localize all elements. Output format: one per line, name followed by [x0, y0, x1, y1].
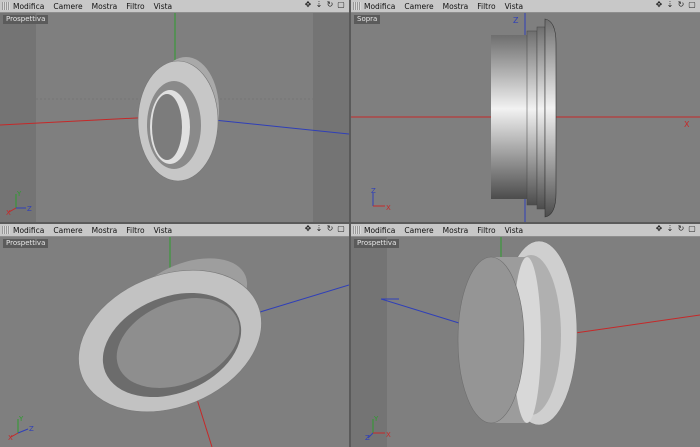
move-icon[interactable]: ✥	[304, 225, 312, 233]
viewport-scene[interactable]: Y X Z	[0, 237, 349, 447]
viewport-label: Prospettiva	[3, 239, 49, 248]
menu-camere[interactable]: Camere	[404, 226, 433, 235]
menu-mostra[interactable]: Mostra	[92, 2, 118, 11]
grip-icon[interactable]	[2, 226, 10, 234]
viewport-menubar: Modifica Camere Mostra Filtro Vista ✥ ⇣ …	[0, 224, 349, 237]
menu-mostra[interactable]: Mostra	[92, 226, 118, 235]
grip-icon[interactable]	[2, 2, 10, 10]
menu-modifica[interactable]: Modifica	[364, 2, 395, 11]
menu-modifica[interactable]: Modifica	[13, 2, 44, 11]
viewport-label: Prospettiva	[354, 239, 400, 248]
maximize-icon[interactable]: ▢	[688, 1, 696, 9]
maximize-icon[interactable]: ▢	[688, 225, 696, 233]
axis-label-z: Z	[29, 425, 34, 433]
axis-gizmo: Y X Z	[6, 190, 36, 216]
zoom-icon[interactable]: ⇣	[666, 225, 674, 233]
menu-modifica[interactable]: Modifica	[13, 226, 44, 235]
axis-label-x: X	[386, 204, 391, 212]
viewport-top-right[interactable]: Modifica Camere Mostra Filtro Vista ✥ ⇣ …	[351, 0, 700, 222]
menu-vista[interactable]: Vista	[154, 226, 173, 235]
axis-label-x: X	[684, 120, 690, 129]
axis-label-z: Z	[371, 188, 376, 195]
zoom-icon[interactable]: ⇣	[315, 1, 323, 9]
axis-label-z: Z	[365, 434, 370, 441]
maximize-icon[interactable]: ▢	[337, 225, 345, 233]
rotate-icon[interactable]: ↻	[326, 1, 334, 9]
grip-icon[interactable]	[353, 226, 361, 234]
menu-filtro[interactable]: Filtro	[126, 226, 144, 235]
axis-label-x: X	[8, 434, 13, 441]
viewport-bottom-left[interactable]: Modifica Camere Mostra Filtro Vista ✥ ⇣ …	[0, 224, 349, 447]
viewport-top-left[interactable]: Modifica Camere Mostra Filtro Vista ✥ ⇣ …	[0, 0, 349, 222]
axis-gizmo: Y Z X	[365, 415, 395, 441]
viewport-scene[interactable]: X Z Z X	[351, 13, 700, 222]
viewport-menubar: Modifica Camere Mostra Filtro Vista ✥ ⇣ …	[351, 0, 700, 13]
rotate-icon[interactable]: ↻	[677, 1, 685, 9]
menu-mostra[interactable]: Mostra	[443, 226, 469, 235]
zoom-icon[interactable]: ⇣	[666, 1, 674, 9]
move-icon[interactable]: ✥	[304, 1, 312, 9]
menu-filtro[interactable]: Filtro	[477, 2, 495, 11]
axis-gizmo: Y X Z	[8, 415, 38, 441]
menu-modifica[interactable]: Modifica	[364, 226, 395, 235]
menu-camere[interactable]: Camere	[53, 226, 82, 235]
menu-vista[interactable]: Vista	[505, 226, 524, 235]
zoom-icon[interactable]: ⇣	[315, 225, 323, 233]
rotate-icon[interactable]: ↻	[677, 225, 685, 233]
move-icon[interactable]: ✥	[655, 225, 663, 233]
menu-mostra[interactable]: Mostra	[443, 2, 469, 11]
viewport-grid: Modifica Camere Mostra Filtro Vista ✥ ⇣ …	[0, 0, 700, 447]
axis-label-x: X	[6, 209, 11, 216]
viewport-bottom-right[interactable]: Modifica Camere Mostra Filtro Vista ✥ ⇣ …	[351, 224, 700, 447]
axis-gizmo: Z X	[365, 188, 395, 214]
menu-camere[interactable]: Camere	[404, 2, 433, 11]
axis-label-z: Z	[27, 205, 32, 213]
viewport-scene[interactable]: Y X Z	[0, 13, 349, 222]
rotate-icon[interactable]: ↻	[326, 225, 334, 233]
maximize-icon[interactable]: ▢	[337, 1, 345, 9]
menu-vista[interactable]: Vista	[505, 2, 524, 11]
axis-label-z: Z	[513, 16, 519, 25]
viewport-scene[interactable]: Y Z X	[351, 237, 700, 447]
menu-filtro[interactable]: Filtro	[477, 226, 495, 235]
viewport-menubar: Modifica Camere Mostra Filtro Vista ✥ ⇣ …	[0, 0, 349, 13]
viewport-label: Sopra	[354, 15, 381, 24]
axis-label-y: Y	[16, 190, 22, 198]
menu-camere[interactable]: Camere	[53, 2, 82, 11]
axis-label-y: Y	[18, 415, 24, 423]
move-icon[interactable]: ✥	[655, 1, 663, 9]
axis-label-x: X	[386, 431, 391, 439]
viewport-label: Prospettiva	[3, 15, 49, 24]
axis-label-y: Y	[373, 415, 379, 423]
menu-vista[interactable]: Vista	[154, 2, 173, 11]
viewport-menubar: Modifica Camere Mostra Filtro Vista ✥ ⇣ …	[351, 224, 700, 237]
menu-filtro[interactable]: Filtro	[126, 2, 144, 11]
grip-icon[interactable]	[353, 2, 361, 10]
